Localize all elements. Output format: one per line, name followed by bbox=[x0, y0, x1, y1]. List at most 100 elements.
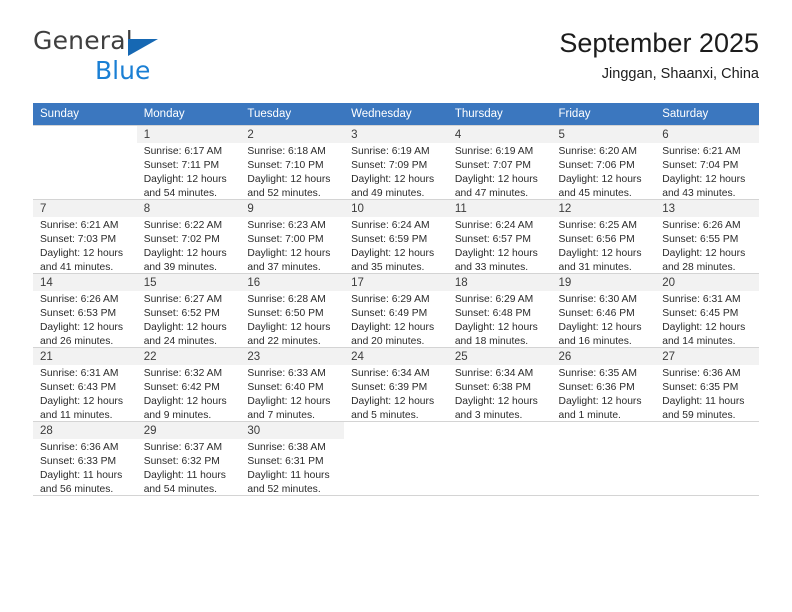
day-sunrise-line: Sunrise: 6:36 AM bbox=[40, 442, 119, 453]
day-cell: 19 Sunrise: 6:30 AM Sunset: 6:46 PM Dayligh… bbox=[551, 273, 656, 349]
day-daylight-line: Daylight: 12 hours bbox=[662, 174, 746, 185]
calendar-cell[interactable]: 2 Sunrise: 6:18 AM Sunset: 7:10 PM Daylight… bbox=[240, 125, 345, 199]
weekday-header-tuesday: Tuesday bbox=[240, 103, 345, 125]
day-daylight-line: Daylight: 12 hours bbox=[247, 248, 331, 259]
calendar-cell[interactable]: 20 Sunrise: 6:31 AM Sunset: 6:45 PM Dayligh… bbox=[655, 273, 759, 347]
page-subtitle: Jinggan, Shaanxi, China bbox=[601, 66, 759, 82]
calendar-cell[interactable]: 18 Sunrise: 6:29 AM Sunset: 6:48 PM Dayligh… bbox=[447, 273, 552, 349]
calendar-cell[interactable]: 29 Sunrise: 6:37 AM Sunset: 6:32 PM Dayligh… bbox=[136, 421, 241, 495]
calendar-cell[interactable]: 22 Sunrise: 6:32 AM Sunset: 6:42 PM Dayligh… bbox=[136, 347, 241, 423]
calendar-table: Sunday Monday Tuesday Wednesday Thursday… bbox=[33, 103, 759, 495]
calendar-cell[interactable]: 24 Sunrise: 6:34 AM Sunset: 6:39 PM Dayligh… bbox=[344, 347, 448, 421]
day-details: Sunrise: 6:30 AM Sunset: 6:46 PM Daylight:… bbox=[552, 291, 656, 349]
day-details: Sunrise: 6:26 AM Sunset: 6:53 PM Daylight:… bbox=[33, 291, 137, 349]
day-cell: 11 Sunrise: 6:24 AM Sunset: 6:57 PM Dayligh… bbox=[447, 199, 552, 273]
day-sunset-line: Sunset: 7:03 PM bbox=[40, 234, 117, 245]
day-cell: 10 Sunrise: 6:24 AM Sunset: 6:59 PM Dayligh… bbox=[344, 199, 448, 273]
day-details bbox=[448, 439, 552, 441]
day-cell: 30 Sunrise: 6:38 AM Sunset: 6:31 PM Dayligh… bbox=[240, 421, 345, 497]
calendar-cell[interactable]: 3 Sunrise: 6:19 AM Sunset: 7:09 PM Daylight… bbox=[344, 125, 448, 199]
calendar-cell[interactable]: 28 Sunrise: 6:36 AM Sunset: 6:33 PM Dayligh… bbox=[33, 421, 137, 495]
day-sunset-line: Sunset: 7:11 PM bbox=[143, 160, 220, 171]
day-sunrise-line: Sunrise: 6:26 AM bbox=[662, 220, 741, 231]
day-sunrise-line: Sunrise: 6:17 AM bbox=[143, 146, 223, 157]
calendar-cell[interactable]: 7 Sunrise: 6:21 AM Sunset: 7:03 PM Daylight… bbox=[33, 199, 137, 273]
day-cell: 25 Sunrise: 6:34 AM Sunset: 6:38 PM Dayligh… bbox=[447, 347, 552, 421]
day-daylight-line: Daylight: 12 hours bbox=[351, 248, 435, 259]
brand-name-general: General bbox=[33, 26, 133, 55]
calendar-cell[interactable]: 12 Sunrise: 6:25 AM Sunset: 6:56 PM Dayligh… bbox=[551, 199, 656, 273]
calendar-cell[interactable]: 5 Sunrise: 6:20 AM Sunset: 7:06 PM Daylight… bbox=[551, 125, 656, 199]
day-cell: 22 Sunrise: 6:32 AM Sunset: 6:42 PM Dayligh… bbox=[136, 347, 241, 423]
weekday-header-saturday: Saturday bbox=[655, 103, 759, 125]
day-sunrise-line: Sunrise: 6:30 AM bbox=[558, 294, 637, 305]
calendar-cell[interactable]: 9 Sunrise: 6:23 AM Sunset: 7:00 PM Daylight… bbox=[240, 199, 345, 273]
calendar-cell[interactable]: 16 Sunrise: 6:28 AM Sunset: 6:50 PM Dayligh… bbox=[240, 273, 345, 347]
calendar-cell[interactable]: 27 Sunrise: 6:36 AM Sunset: 6:35 PM Dayligh… bbox=[655, 347, 759, 421]
calendar-cell[interactable]: 25 Sunrise: 6:34 AM Sunset: 6:38 PM Dayligh… bbox=[447, 347, 552, 421]
calendar-cell[interactable]: 8 Sunrise: 6:22 AM Sunset: 7:02 PM Daylight… bbox=[136, 199, 241, 273]
day-sunrise-line: Sunrise: 6:23 AM bbox=[247, 220, 326, 231]
calendar-cell[interactable]: 17 Sunrise: 6:29 AM Sunset: 6:49 PM Dayligh… bbox=[344, 273, 448, 347]
day-sunset-line: Sunset: 6:31 PM bbox=[247, 456, 324, 467]
page-title: September 2025 bbox=[559, 28, 759, 58]
day-details: Sunrise: 6:32 AM Sunset: 6:42 PM Daylight:… bbox=[137, 365, 241, 423]
day-daylight-line: Daylight: 11 hours bbox=[143, 470, 226, 481]
day-sunrise-line: Sunrise: 6:31 AM bbox=[40, 368, 119, 379]
calendar-cell bbox=[655, 421, 759, 495]
day-details: Sunrise: 6:35 AM Sunset: 6:36 PM Daylight:… bbox=[552, 365, 656, 423]
day-daylight-line: Daylight: 12 hours bbox=[143, 396, 227, 407]
calendar-cell[interactable]: 1 Sunrise: 6:17 AM Sunset: 7:11 PM Daylight… bbox=[136, 125, 241, 199]
day-sunset-line: Sunset: 6:55 PM bbox=[662, 234, 739, 245]
brand-logo[interactable]: General Blue bbox=[33, 26, 253, 88]
calendar-cell[interactable]: 23 Sunrise: 6:33 AM Sunset: 6:40 PM Dayligh… bbox=[240, 347, 345, 421]
day-daylight-line: Daylight: 12 hours bbox=[247, 322, 331, 333]
day-number: 3 bbox=[344, 126, 448, 143]
calendar-cell[interactable]: 13 Sunrise: 6:26 AM Sunset: 6:55 PM Dayligh… bbox=[655, 199, 759, 273]
day-sunset-line: Sunset: 6:52 PM bbox=[143, 308, 220, 319]
calendar-cell[interactable]: 11 Sunrise: 6:24 AM Sunset: 6:57 PM Dayligh… bbox=[447, 199, 552, 273]
day-sunrise-line: Sunrise: 6:37 AM bbox=[143, 442, 223, 453]
weekday-header-thursday: Thursday bbox=[447, 103, 552, 125]
day-number: 30 bbox=[240, 422, 345, 439]
day-cell: 16 Sunrise: 6:28 AM Sunset: 6:50 PM Dayligh… bbox=[240, 273, 345, 347]
calendar-cell bbox=[447, 421, 552, 495]
day-sunrise-line: Sunrise: 6:38 AM bbox=[247, 442, 326, 453]
day-cell: 13 Sunrise: 6:26 AM Sunset: 6:55 PM Dayligh… bbox=[655, 199, 759, 273]
day-details: Sunrise: 6:36 AM Sunset: 6:33 PM Daylight:… bbox=[33, 439, 137, 497]
day-details bbox=[344, 439, 448, 441]
calendar-cell[interactable]: 6 Sunrise: 6:21 AM Sunset: 7:04 PM Daylight… bbox=[655, 125, 759, 199]
calendar-cell[interactable]: 15 Sunrise: 6:27 AM Sunset: 6:52 PM Dayligh… bbox=[136, 273, 241, 347]
day-number: 5 bbox=[551, 126, 656, 143]
day-cell: 2 Sunrise: 6:18 AM Sunset: 7:10 PM Daylight… bbox=[240, 125, 345, 199]
calendar-cell[interactable]: 4 Sunrise: 6:19 AM Sunset: 7:07 PM Daylight… bbox=[447, 125, 552, 199]
day-sunset-line: Sunset: 7:09 PM bbox=[351, 160, 428, 171]
day-number: 11 bbox=[447, 200, 552, 217]
day-number: 6 bbox=[655, 126, 759, 143]
calendar-cell[interactable]: 10 Sunrise: 6:24 AM Sunset: 6:59 PM Dayligh… bbox=[344, 199, 448, 273]
day-sunset-line: Sunset: 6:59 PM bbox=[351, 234, 428, 245]
day-details: Sunrise: 6:29 AM Sunset: 6:48 PM Daylight:… bbox=[448, 291, 552, 349]
day-details: Sunrise: 6:36 AM Sunset: 6:35 PM Daylight:… bbox=[655, 365, 759, 423]
calendar-cell[interactable]: 30 Sunrise: 6:38 AM Sunset: 6:31 PM Dayligh… bbox=[240, 421, 345, 497]
calendar-cell bbox=[33, 125, 137, 199]
day-sunset-line: Sunset: 6:38 PM bbox=[454, 382, 531, 393]
calendar-cell[interactable]: 21 Sunrise: 6:31 AM Sunset: 6:43 PM Dayligh… bbox=[33, 347, 137, 421]
day-sunset-line: Sunset: 6:36 PM bbox=[558, 382, 635, 393]
day-cell: 6 Sunrise: 6:21 AM Sunset: 7:04 PM Daylight… bbox=[655, 125, 759, 199]
calendar-week-row: 28 Sunrise: 6:36 AM Sunset: 6:33 PM Dayligh… bbox=[33, 421, 759, 495]
calendar-cell[interactable]: 14 Sunrise: 6:26 AM Sunset: 6:53 PM Dayligh… bbox=[33, 273, 137, 347]
day-sunset-line: Sunset: 6:48 PM bbox=[454, 308, 531, 319]
day-sunrise-line: Sunrise: 6:25 AM bbox=[558, 220, 637, 231]
day-details: Sunrise: 6:31 AM Sunset: 6:43 PM Daylight:… bbox=[33, 365, 137, 423]
calendar-cell[interactable]: 26 Sunrise: 6:35 AM Sunset: 6:36 PM Dayligh… bbox=[551, 347, 656, 423]
day-cell: 18 Sunrise: 6:29 AM Sunset: 6:48 PM Dayligh… bbox=[447, 273, 552, 349]
day-number: 23 bbox=[240, 348, 345, 365]
day-details: Sunrise: 6:34 AM Sunset: 6:39 PM Daylight:… bbox=[344, 365, 448, 423]
calendar-cell[interactable]: 19 Sunrise: 6:30 AM Sunset: 6:46 PM Dayligh… bbox=[551, 273, 656, 349]
day-number: 21 bbox=[33, 348, 137, 365]
day-sunset-line: Sunset: 6:32 PM bbox=[143, 456, 220, 467]
day-details: Sunrise: 6:38 AM Sunset: 6:31 PM Daylight:… bbox=[240, 439, 344, 497]
day-sunset-line: Sunset: 6:40 PM bbox=[247, 382, 324, 393]
day-sunset-line: Sunset: 7:10 PM bbox=[247, 160, 324, 171]
